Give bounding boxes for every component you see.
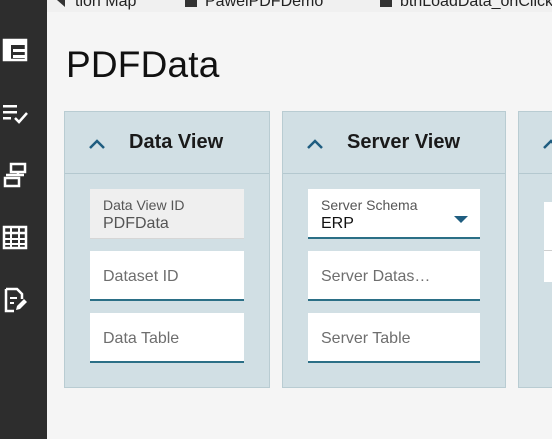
edit-document-icon[interactable] <box>0 285 30 315</box>
tab-application-map[interactable]: tion Map <box>57 0 136 12</box>
tab-btnloaddata[interactable]: btnLoadData_onClick <box>380 0 552 12</box>
hierarchy-icon[interactable] <box>0 160 30 190</box>
field-label: Server Schema <box>321 197 418 213</box>
third-panel <box>518 111 552 388</box>
server-dataset-input[interactable]: Server Datas… <box>308 251 480 301</box>
collapse-chevron-icon[interactable] <box>307 136 323 154</box>
field-placeholder: Dataset ID <box>103 268 179 285</box>
left-toolbar <box>0 0 47 439</box>
data-table-input[interactable]: Data Table <box>90 313 244 363</box>
tab-bar: tion Map PawelPDFDemo btnLoadData_onClic… <box>47 0 552 12</box>
checklist-icon[interactable] <box>0 98 30 128</box>
tab-label: tion Map <box>75 0 137 10</box>
grid-icon <box>380 0 392 12</box>
chevron-left-icon[interactable] <box>57 0 67 12</box>
table-icon[interactable] <box>0 222 30 252</box>
server-schema-select[interactable]: Server Schema ERP <box>308 189 480 239</box>
tab-label: PawelPDFDemo <box>205 0 324 10</box>
divider <box>544 250 552 251</box>
third-panel-header <box>519 112 552 174</box>
tab-pawelpdfdemo[interactable]: PawelPDFDemo <box>185 0 323 12</box>
field-placeholder: Server Datas… <box>321 268 431 285</box>
page-title: PDFData <box>66 44 220 85</box>
field-value: PDFData <box>103 215 169 232</box>
field-placeholder: Data Table <box>103 330 180 347</box>
field-value: ERP <box>321 215 354 232</box>
layout-icon[interactable] <box>0 35 30 65</box>
server-view-panel: Server View Server Schema ERP Server Dat… <box>282 111 506 388</box>
panel-title: Data View <box>129 131 224 153</box>
tab-label: btnLoadData_onClick <box>400 0 552 10</box>
server-view-header: Server View <box>283 112 505 174</box>
panel-title: Server View <box>347 131 461 153</box>
partial-field <box>544 202 552 282</box>
grid-icon <box>185 0 197 12</box>
field-placeholder: Server Table <box>321 330 411 347</box>
app-window: tion Map PawelPDFDemo btnLoadData_onClic… <box>0 0 552 439</box>
field-label: Data View ID <box>103 197 185 213</box>
collapse-chevron-icon[interactable] <box>543 136 552 154</box>
dropdown-caret-icon[interactable] <box>454 216 468 223</box>
collapse-chevron-icon[interactable] <box>89 136 105 154</box>
server-table-input[interactable]: Server Table <box>308 313 480 363</box>
dataset-id-input[interactable]: Dataset ID <box>90 251 244 301</box>
data-view-panel: Data View Data View ID PDFData Dataset I… <box>64 111 270 388</box>
data-view-header: Data View <box>65 112 269 174</box>
data-view-id-field: Data View ID PDFData <box>90 189 244 239</box>
